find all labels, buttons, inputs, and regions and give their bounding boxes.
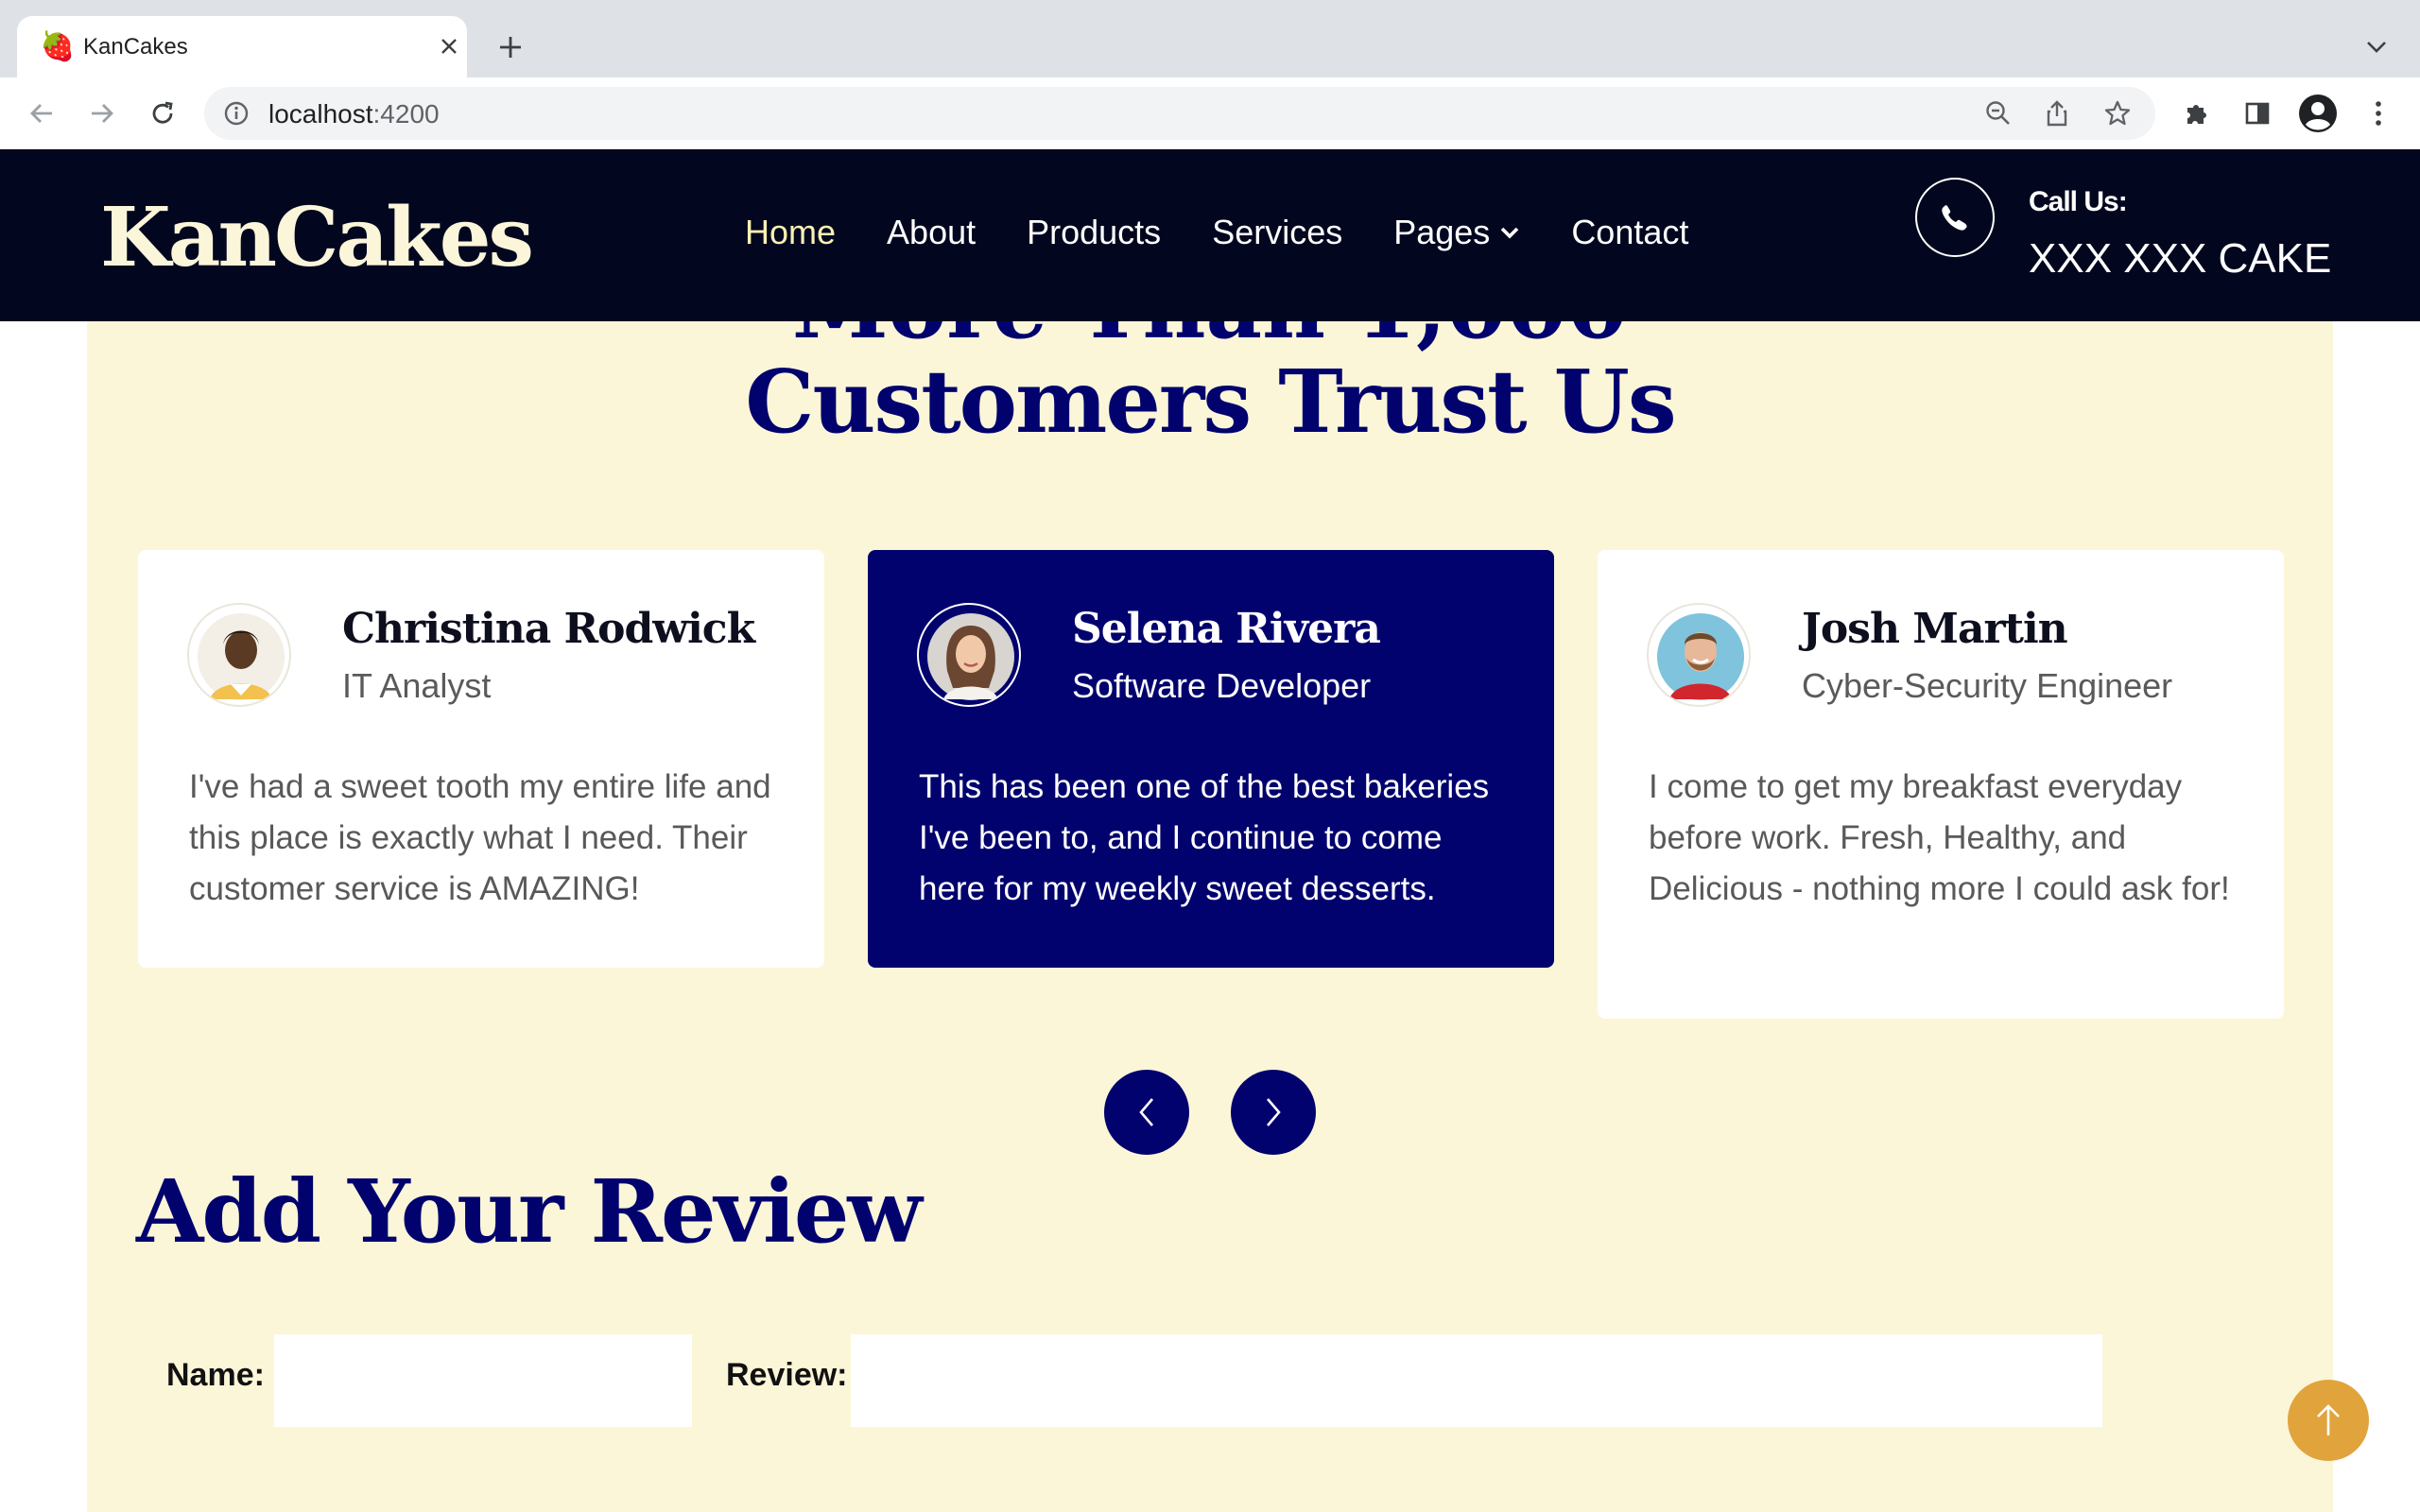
carousel-next-button[interactable] xyxy=(1231,1070,1316,1155)
strawberry-favicon-icon: 🍓 xyxy=(40,31,76,62)
nav-item-label: Services xyxy=(1212,213,1343,251)
nav-item-products[interactable]: Products xyxy=(1027,212,1161,253)
nav-item-services[interactable]: Services xyxy=(1212,212,1342,253)
nav-item-label: Contact xyxy=(1571,213,1689,251)
name-label: Name: xyxy=(166,1357,265,1393)
profile-icon[interactable] xyxy=(2297,93,2339,134)
avatar xyxy=(917,603,1021,707)
nav-item-about[interactable]: About xyxy=(887,212,976,253)
testimonials-section: More Than 1,000 Customers Trust Us Chris… xyxy=(87,149,2333,1512)
testimonials-heading: Customers Trust Us xyxy=(745,351,1676,453)
info-icon[interactable] xyxy=(223,100,250,127)
reviewer-name: Josh Martin xyxy=(1802,605,2068,653)
extensions-icon[interactable] xyxy=(2176,93,2218,134)
name-input[interactable] xyxy=(274,1334,692,1427)
review-text: I come to get my breakfast everyday befo… xyxy=(1649,768,2230,907)
reload-icon[interactable] xyxy=(142,93,183,134)
avatar xyxy=(1647,603,1751,707)
close-tab-icon[interactable] xyxy=(433,30,465,62)
chevron-down-icon[interactable] xyxy=(2358,28,2395,66)
chevron-down-icon xyxy=(1499,226,1520,239)
new-tab-plus-icon[interactable] xyxy=(492,28,529,66)
url-text: localhost:4200 xyxy=(268,100,440,129)
back-to-top-button[interactable] xyxy=(2288,1380,2369,1461)
side-panel-icon[interactable] xyxy=(2237,93,2278,134)
review-text: I've had a sweet tooth my entire life an… xyxy=(189,768,771,907)
avatar xyxy=(187,603,291,707)
review-text: This has been one of the best bakeries I… xyxy=(919,768,1490,907)
url-port: :4200 xyxy=(372,99,440,129)
reviewer-name: Christina Rodwick xyxy=(342,605,755,653)
share-icon[interactable] xyxy=(2042,98,2072,129)
review-input[interactable] xyxy=(851,1334,2102,1427)
chevron-right-icon xyxy=(1262,1095,1285,1129)
arrow-up-icon xyxy=(2314,1401,2342,1439)
back-icon[interactable] xyxy=(21,93,62,134)
add-review-title: Add Your Review xyxy=(136,1160,923,1263)
testimonial-card-featured: Selena Rivera Software Developer This ha… xyxy=(868,550,1554,968)
nav-item-contact[interactable]: Contact xyxy=(1571,212,1688,253)
testimonial-card: Josh Martin Cyber-Security Engineer I co… xyxy=(1598,550,2284,1019)
main-nav: Home About Products Services Pages Conta… xyxy=(745,212,1688,253)
chevron-left-icon xyxy=(1135,1095,1158,1129)
call-us-label: Call Us: xyxy=(2029,186,2128,217)
url-host: localhost xyxy=(268,99,373,129)
menu-kebab-icon[interactable] xyxy=(2358,93,2399,134)
reviewer-role: Cyber-Security Engineer xyxy=(1802,666,2173,705)
site-navbar: KanCakes Home About Products Services Pa… xyxy=(0,149,2420,321)
review-label: Review: xyxy=(726,1357,848,1393)
zoom-out-icon[interactable] xyxy=(1983,98,2014,129)
address-bar[interactable]: localhost:4200 xyxy=(204,87,2155,140)
reviewer-role: Software Developer xyxy=(1072,666,1372,705)
testimonial-card: Christina Rodwick IT Analyst I've had a … xyxy=(138,550,824,968)
browser-toolbar: localhost:4200 xyxy=(0,77,2420,150)
browser-tab-strip: 🍓 KanCakes xyxy=(0,0,2420,77)
nav-item-label: Products xyxy=(1027,213,1162,251)
forward-icon[interactable] xyxy=(81,93,123,134)
nav-item-pages[interactable]: Pages xyxy=(1393,212,1520,253)
nav-item-home[interactable]: Home xyxy=(745,212,836,253)
tab-title: KanCakes xyxy=(83,34,188,60)
nav-item-label: Pages xyxy=(1393,213,1491,251)
brand-logo[interactable]: KanCakes xyxy=(100,191,534,285)
carousel-prev-button[interactable] xyxy=(1104,1070,1189,1155)
reviewer-name: Selena Rivera xyxy=(1072,605,1381,653)
nav-item-label: About xyxy=(887,213,977,251)
nav-item-label: Home xyxy=(745,213,837,251)
bookmark-star-icon[interactable] xyxy=(2102,98,2133,129)
phone-icon xyxy=(1915,178,1995,257)
call-us-number[interactable]: XXX XXX CAKE xyxy=(2029,234,2331,284)
reviewer-role: IT Analyst xyxy=(342,666,492,705)
browser-tab[interactable]: 🍓 KanCakes xyxy=(17,16,467,77)
